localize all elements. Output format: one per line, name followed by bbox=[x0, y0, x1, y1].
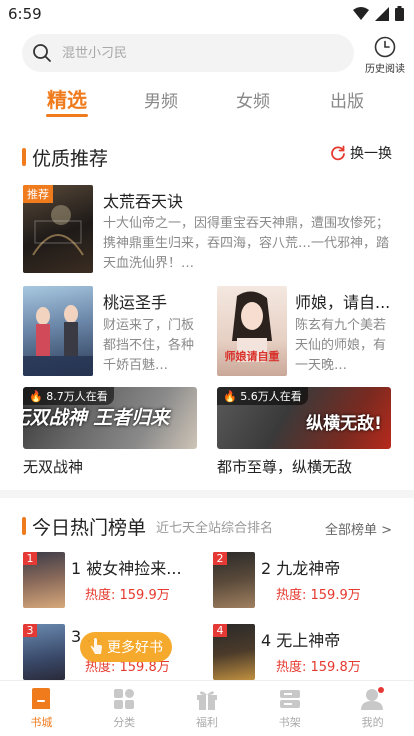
book-cover-taihuang[interactable]: 推荐 bbox=[23, 185, 93, 273]
nav-mine[interactable]: 我的 bbox=[331, 681, 414, 736]
nav-category[interactable]: 分类 bbox=[83, 681, 166, 736]
nav-bookshelf[interactable]: 书架 bbox=[248, 681, 331, 736]
rank-heat-4: 热度: 159.8万 bbox=[276, 660, 361, 675]
bookshelf-icon bbox=[279, 690, 300, 708]
history-button[interactable]: 历史阅读 bbox=[362, 36, 408, 76]
banner-dushi[interactable]: 🔥 5.6万人在看 纵横无敌! bbox=[217, 387, 391, 449]
rank-book-title: 被女神捡来... bbox=[86, 559, 182, 578]
nav-bookstore[interactable]: 书城 bbox=[0, 681, 83, 736]
rank-cover-3[interactable]: 3 bbox=[23, 624, 65, 680]
tab-publish[interactable]: 出版 bbox=[312, 87, 382, 112]
category-tabs: 精选 男频 女频 出版 bbox=[0, 84, 414, 118]
tab-indicator bbox=[46, 114, 88, 117]
featured-title: 优质推荐 bbox=[32, 147, 109, 170]
status-time: 6:59 bbox=[8, 5, 42, 23]
section-accent-bar bbox=[22, 148, 26, 166]
rank-number: 1 bbox=[23, 552, 37, 565]
reads-count: 5.6万人在看 bbox=[240, 390, 302, 403]
reads-badge: 🔥 5.6万人在看 bbox=[217, 387, 308, 405]
rank-title-1[interactable]: 1 被女神捡来... bbox=[71, 555, 182, 579]
search-input[interactable] bbox=[62, 45, 322, 61]
rank-heat-2: 热度: 159.9万 bbox=[276, 588, 361, 603]
tab-male[interactable]: 男频 bbox=[126, 87, 196, 112]
reads-count: 8.7万人在看 bbox=[46, 390, 108, 403]
search-row: 历史阅读 bbox=[0, 32, 414, 76]
gift-icon bbox=[196, 691, 217, 710]
all-rankings-link[interactable]: 全部榜单 > bbox=[325, 519, 392, 538]
rank-heat-1: 热度: 159.9万 bbox=[85, 588, 170, 603]
hand-pointer-icon bbox=[90, 638, 102, 654]
rank-book-title: 九龙神帝 bbox=[276, 559, 341, 578]
clock-icon bbox=[374, 36, 396, 58]
category-icon bbox=[114, 689, 135, 709]
book-desc-taihuang: 十大仙帝之一，因得重宝吞天神鼎，遭围攻惨死；携神鼎重生归来，吞四海，容八荒…一代… bbox=[103, 216, 390, 271]
user-icon bbox=[360, 687, 384, 710]
wifi-icon bbox=[353, 6, 369, 20]
banner-art-text: 纵横无敌! bbox=[306, 414, 382, 434]
more-books-button[interactable]: 更多好书 bbox=[80, 632, 172, 662]
status-bar: 6:59 bbox=[0, 0, 414, 28]
rank-number: 3 bbox=[23, 624, 37, 637]
book-cover-shiniang[interactable]: 师娘请自重 bbox=[217, 286, 287, 376]
search-icon bbox=[32, 43, 52, 63]
rank-title-2[interactable]: 2 九龙神帝 bbox=[261, 555, 340, 579]
rank-number: 4 bbox=[213, 624, 227, 637]
banner-title-dushi[interactable]: 都市至尊，纵横无敌 bbox=[217, 456, 352, 477]
nav-label: 福利 bbox=[195, 716, 218, 729]
cover-art bbox=[23, 305, 93, 376]
tab-featured[interactable]: 精选 bbox=[32, 84, 102, 113]
section-divider bbox=[0, 490, 414, 498]
fire-icon: 🔥 bbox=[29, 390, 43, 403]
nav-label: 书城 bbox=[30, 716, 53, 729]
search-box[interactable] bbox=[22, 34, 354, 72]
section-accent-bar bbox=[22, 517, 26, 535]
book-desc-shiniang: 陈玄有九个美若天仙的师娘，有一天晚… bbox=[295, 318, 387, 373]
banner-title-wushuang[interactable]: 无双战神 bbox=[23, 456, 83, 477]
nav-label: 书架 bbox=[278, 716, 301, 729]
refresh-icon bbox=[331, 145, 345, 161]
nav-label: 分类 bbox=[113, 716, 136, 729]
book-title-shiniang[interactable]: 师娘，请自... bbox=[295, 289, 395, 313]
nav-label: 我的 bbox=[361, 716, 384, 729]
book-desc-taoyun: 财运来了，门板都挡不住，各种千娇百魅… bbox=[103, 318, 195, 373]
bookstore-icon bbox=[32, 688, 51, 709]
rank-cover-4[interactable]: 4 bbox=[213, 624, 255, 680]
bottom-nav: 书城 分类 福利 书架 我的 bbox=[0, 680, 414, 736]
tab-female[interactable]: 女频 bbox=[218, 87, 288, 112]
rank-index: 4 bbox=[261, 631, 272, 650]
battery-icon bbox=[395, 6, 404, 21]
book-title-taihuang[interactable]: 太荒吞天诀 bbox=[103, 188, 183, 212]
rank-number: 2 bbox=[213, 552, 227, 565]
rank-index: 1 bbox=[71, 559, 82, 578]
rank-index: 2 bbox=[261, 559, 272, 578]
rank-title-4[interactable]: 4 无上神帝 bbox=[261, 627, 340, 651]
cover-art bbox=[32, 205, 84, 256]
refresh-button[interactable]: 换一换 bbox=[330, 143, 392, 163]
hot-subtitle: 近七天全站综合排名 bbox=[156, 520, 274, 536]
hot-header: 今日热门榜单 近七天全站综合排名 bbox=[22, 514, 274, 539]
status-icons bbox=[353, 6, 404, 21]
hot-title: 今日热门榜单 bbox=[32, 516, 147, 539]
refresh-label: 换一换 bbox=[350, 146, 392, 162]
rank-cover-1[interactable]: 1 bbox=[23, 552, 65, 608]
banner-art-text: 无双战神 王者归来 bbox=[23, 407, 170, 429]
rank-book-title: 无上神帝 bbox=[276, 631, 341, 650]
rank-cover-2[interactable]: 2 bbox=[213, 552, 255, 608]
more-books-label: 更多好书 bbox=[107, 640, 163, 656]
fire-icon: 🔥 bbox=[223, 390, 237, 403]
banner-wushuang[interactable]: 🔥 8.7万人在看 无双战神 王者归来 bbox=[23, 387, 197, 449]
featured-header: 优质推荐 bbox=[22, 145, 109, 170]
book-cover-taoyun[interactable] bbox=[23, 286, 93, 376]
signal-icon bbox=[375, 6, 389, 21]
nav-welfare[interactable]: 福利 bbox=[166, 681, 249, 736]
history-label: 历史阅读 bbox=[365, 64, 405, 75]
cover-text: 师娘请自重 bbox=[224, 350, 280, 363]
book-title-taoyun[interactable]: 桃运圣手 bbox=[103, 289, 203, 313]
